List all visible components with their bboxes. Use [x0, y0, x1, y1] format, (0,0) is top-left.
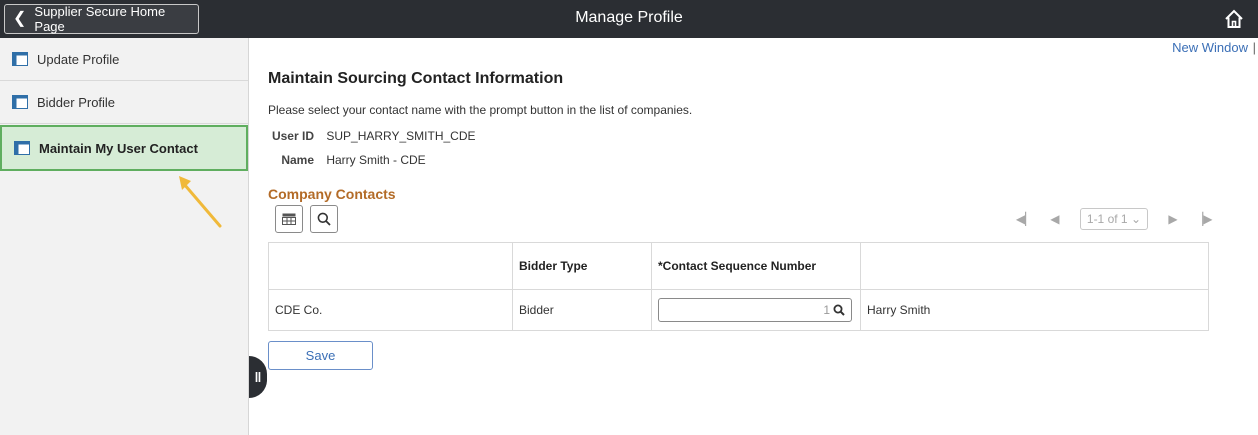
column-header-contact-name: [860, 242, 1209, 290]
previous-page-icon[interactable]: ◀: [1046, 212, 1064, 226]
company-contacts-grid: Bidder Type *Contact Sequence Number CDE…: [268, 242, 1209, 331]
first-page-icon[interactable]: ◀▏: [1016, 212, 1034, 226]
personalize-grid-button[interactable]: [275, 205, 303, 233]
column-header-contact-sequence: *Contact Sequence Number: [651, 242, 861, 290]
chevron-left-icon: ❮: [13, 10, 27, 27]
table-row: CDE Co. Bidder 1 Harry Smith: [268, 289, 1209, 331]
main-content: New Window | Maintain Sourcing Contact I…: [250, 38, 1258, 435]
company-contacts-title: Company Contacts: [268, 186, 396, 202]
column-header-company: [268, 242, 513, 290]
user-id-label: User ID: [271, 129, 314, 143]
back-button-label: Supplier Secure Home Page: [34, 4, 166, 34]
user-id-value: SUP_HARRY_SMITH_CDE: [326, 129, 476, 143]
instructions-text: Please select your contact name with the…: [268, 103, 693, 117]
annotation-arrow-icon: [179, 176, 222, 228]
company-cell: CDE Co.: [268, 289, 513, 331]
sidebar: Update Profile Bidder Profile Maintain M…: [0, 38, 249, 435]
page-icon: [12, 52, 28, 66]
new-window-link[interactable]: New Window: [1172, 40, 1248, 55]
find-button[interactable]: [310, 205, 338, 233]
name-label: Name: [281, 153, 314, 167]
contact-name-cell: Harry Smith: [860, 289, 1209, 331]
sidebar-item-label: Update Profile: [37, 51, 120, 67]
sidebar-item-maintain-my-user-contact[interactable]: Maintain My User Contact: [0, 125, 248, 171]
sidebar-item-label: Bidder Profile: [37, 94, 116, 110]
name-value: Harry Smith - CDE: [326, 153, 426, 167]
sidebar-item-label: Maintain My User Contact: [39, 140, 198, 156]
search-icon: [317, 212, 331, 226]
home-icon[interactable]: [1224, 9, 1244, 29]
contact-sequence-value: 1: [823, 303, 830, 317]
link-separator: |: [1252, 40, 1256, 55]
bidder-type-cell: Bidder: [512, 289, 652, 331]
sidebar-item-bidder-profile[interactable]: Bidder Profile: [0, 81, 248, 124]
prompt-search-icon[interactable]: [833, 304, 845, 316]
page-icon: [14, 141, 30, 155]
sidebar-item-update-profile[interactable]: Update Profile: [0, 38, 248, 81]
save-button[interactable]: Save: [268, 341, 373, 370]
column-header-bidder-type: Bidder Type: [512, 242, 652, 290]
name-row: Name Harry Smith - CDE: [250, 153, 426, 167]
table-header-row: Bidder Type *Contact Sequence Number: [268, 242, 1209, 290]
grid-pager: ◀▏ ◀ 1-1 of 1 ⌄ ▶ ▕▶: [1010, 205, 1218, 233]
contact-sequence-cell: 1: [651, 289, 861, 331]
next-page-icon[interactable]: ▶: [1164, 212, 1182, 226]
page-heading: Maintain Sourcing Contact Information: [268, 70, 564, 87]
page-range-select[interactable]: 1-1 of 1 ⌄: [1079, 208, 1148, 230]
grid-personalize-icon: [282, 213, 296, 225]
page-range-value: 1-1 of 1: [1086, 212, 1128, 226]
top-banner: ❮ Supplier Secure Home Page Manage Profi…: [0, 0, 1258, 38]
contact-sequence-input[interactable]: 1: [658, 298, 852, 322]
user-id-row: User ID SUP_HARRY_SMITH_CDE: [250, 129, 476, 143]
last-page-icon[interactable]: ▕▶: [1194, 212, 1212, 226]
page-icon: [12, 95, 28, 109]
chevron-down-icon: ⌄: [1130, 212, 1141, 226]
back-button[interactable]: ❮ Supplier Secure Home Page: [4, 4, 199, 34]
